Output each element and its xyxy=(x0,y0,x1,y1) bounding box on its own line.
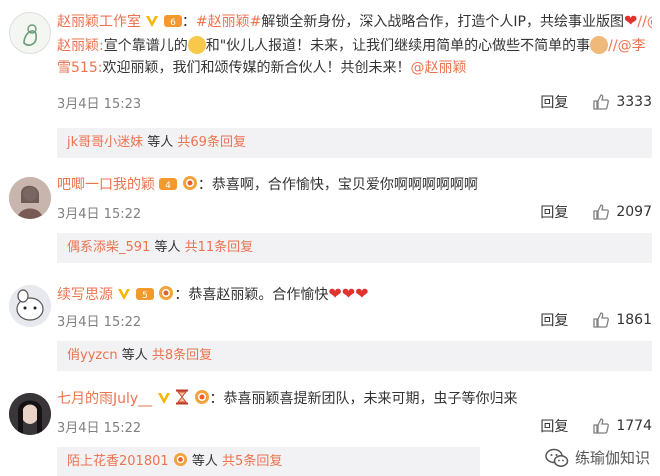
heart-icon: ❤❤❤ xyxy=(328,284,369,303)
subreply-user[interactable]: jk哥哥小迷妹 xyxy=(67,135,143,150)
thumbs-up-icon xyxy=(593,418,610,434)
comment-item: 吧唧一口我的颖 4 ：恭喜啊，合作愉快，宝贝爱你啊啊啊啊啊啊 3月4日 15:2… xyxy=(0,165,660,265)
reply-button[interactable]: 回复 xyxy=(540,416,568,436)
subreply-summary[interactable]: 俏yyzcn 等人 共8条回复 xyxy=(57,341,652,371)
avatar[interactable] xyxy=(9,177,51,219)
comment-text: 宣个靠谱儿的 xyxy=(103,38,188,54)
subreply-etc: 等人 xyxy=(117,348,152,363)
comment-timestamp: 3月4日 15:22 xyxy=(57,207,142,222)
comment-item: 续写思源 5 ：恭喜赵丽颖。合作愉快❤❤❤ 3月4日 15:22 回复 1861… xyxy=(0,275,660,375)
subreply-user[interactable]: 俏yyzcn xyxy=(67,348,118,363)
separator: ： xyxy=(197,177,212,193)
medal-icon xyxy=(182,175,198,198)
hashtag-link[interactable]: #赵丽颖# xyxy=(196,14,261,30)
watermark-text: 练瑜伽知识 xyxy=(574,449,650,467)
svg-text:4: 4 xyxy=(166,181,172,191)
svg-text:6: 6 xyxy=(170,18,176,28)
subreply-user[interactable]: 陌上花香201801 xyxy=(67,454,169,469)
like-button[interactable]: 2097 xyxy=(592,203,652,221)
subreply-user[interactable]: 偶系添柴_591 xyxy=(67,240,150,255)
vip-icon: 5 xyxy=(135,286,154,308)
subreply-etc: 等人 xyxy=(143,135,178,150)
separator: ： xyxy=(209,391,224,407)
subreply-more-link[interactable]: 共69条回复 xyxy=(177,135,246,150)
watermark: 练瑜伽知识 xyxy=(545,447,650,468)
smile-emoji-icon xyxy=(187,36,206,54)
handshake-emoji-icon xyxy=(590,36,609,54)
verified-icon xyxy=(117,286,131,308)
verified-icon xyxy=(157,390,171,412)
hourglass-icon xyxy=(175,389,189,412)
verified-icon xyxy=(145,13,159,35)
comment-username[interactable]: 续写思源 xyxy=(57,287,113,303)
heart-icon: ❤ xyxy=(623,11,638,30)
reply-button[interactable]: 回复 xyxy=(540,310,568,330)
comment-text: 解锁全新身份，深入战略合作，打造个人IP，共绘事业版图 xyxy=(261,14,624,30)
subreply-summary[interactable]: 偶系添柴_591 等人 共11条回复 xyxy=(57,233,652,263)
like-count: 1774 xyxy=(616,418,652,434)
subreply-etc: 等人 xyxy=(150,240,185,255)
mention-link[interactable]: 雪515: xyxy=(57,60,102,76)
subreply-more-link[interactable]: 共5条回复 xyxy=(222,454,282,469)
thumbs-up-icon xyxy=(593,94,610,110)
avatar[interactable] xyxy=(9,285,51,327)
comment-username[interactable]: 七月的雨July__ xyxy=(57,391,152,407)
like-button[interactable]: 1774 xyxy=(592,417,652,435)
comment-timestamp: 3月4日 15:22 xyxy=(57,315,142,330)
comment-username[interactable]: 吧唧一口我的颖 xyxy=(57,177,155,193)
subreply-summary[interactable]: jk哥哥小迷妹 等人 共69条回复 xyxy=(57,128,652,158)
mention-link[interactable]: //@李 xyxy=(608,38,645,54)
vip-icon: 6 xyxy=(163,13,182,35)
like-button[interactable]: 1861 xyxy=(592,311,652,329)
like-count: 3333 xyxy=(616,94,652,110)
like-button[interactable]: 3333 xyxy=(592,93,652,111)
wechat-logo-icon xyxy=(545,448,569,467)
avatar[interactable] xyxy=(9,12,51,54)
reply-button[interactable]: 回复 xyxy=(540,202,568,222)
comment-text: 恭喜啊，合作愉快，宝贝爱你啊啊啊啊啊啊 xyxy=(211,177,478,193)
mention-link[interactable]: @赵丽颖 xyxy=(410,60,466,76)
comment-username[interactable]: 赵丽颖工作室 xyxy=(57,14,141,30)
mention-link[interactable]: 赵丽颖: xyxy=(57,38,104,54)
vip-icon: 4 xyxy=(159,176,178,198)
comment-item: 赵丽颖工作室 6 ：#赵丽颖#解锁全新身份，深入战略合作，打造个人IP，共绘事业… xyxy=(0,0,660,158)
avatar[interactable] xyxy=(9,393,51,435)
comment-timestamp: 3月4日 15:22 xyxy=(57,421,142,436)
thumbs-up-icon xyxy=(593,204,610,220)
like-count: 1861 xyxy=(616,312,652,328)
comment-text: 和"伙儿人报道！未来，让我们继续用简单的心做些不简单的事 xyxy=(205,38,591,54)
mention-link[interactable]: //@ xyxy=(637,14,652,30)
comment-text: 恭喜赵丽颖。合作愉快 xyxy=(188,287,329,303)
subreply-more-link[interactable]: 共8条回复 xyxy=(152,348,212,363)
like-count: 2097 xyxy=(616,204,652,220)
subreply-more-link[interactable]: 共11条回复 xyxy=(185,240,254,255)
thumbs-up-icon xyxy=(593,312,610,328)
medal-icon xyxy=(173,449,188,476)
subreply-etc: 等人 xyxy=(187,454,223,469)
separator: ： xyxy=(181,14,196,30)
comment-text: 欢迎丽颖，我们和颂传媒的新合伙人！共创未来！ xyxy=(102,60,411,76)
subreply-summary[interactable]: 陌上花香201801 等人 共5条回复 xyxy=(57,447,480,476)
medal-icon xyxy=(194,389,210,412)
comment-text: 恭喜丽颖喜提新团队，未来可期，虫子等你归来 xyxy=(223,391,518,407)
svg-text:5: 5 xyxy=(142,291,148,301)
comment-timestamp: 3月4日 15:23 xyxy=(57,97,142,112)
medal-icon xyxy=(158,285,174,308)
separator: ： xyxy=(174,287,189,303)
reply-button[interactable]: 回复 xyxy=(540,92,568,112)
